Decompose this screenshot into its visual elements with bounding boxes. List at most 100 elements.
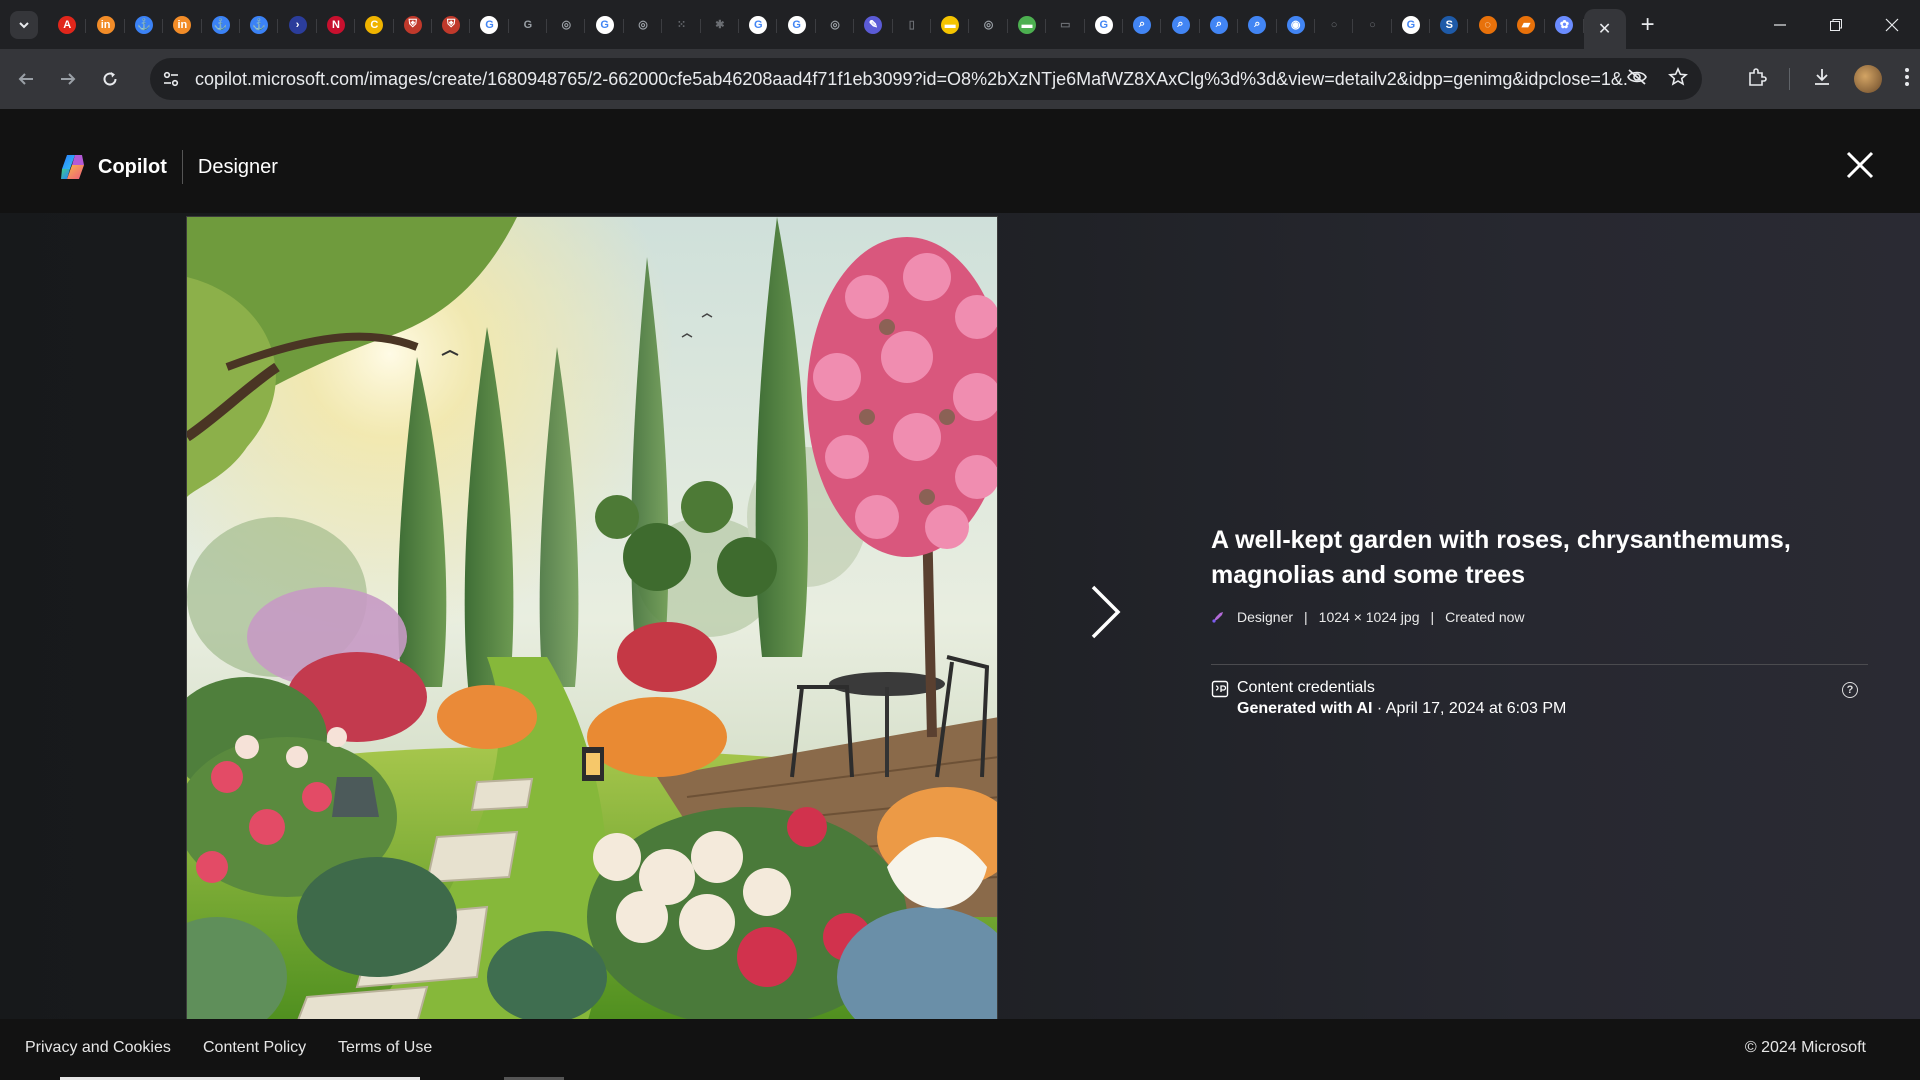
browser-tab[interactable]: ○ bbox=[1315, 7, 1354, 43]
lens-icon: ◉ bbox=[1286, 15, 1305, 34]
privacy-link[interactable]: Privacy and Cookies bbox=[25, 1039, 171, 1057]
browser-tab[interactable]: ◌ bbox=[1468, 7, 1508, 43]
close-viewer-button[interactable] bbox=[1840, 145, 1880, 185]
search-icon: ⌕ bbox=[1133, 15, 1152, 34]
browser-tab[interactable]: N bbox=[317, 7, 356, 43]
browser-tab[interactable]: G bbox=[585, 7, 625, 43]
back-button[interactable] bbox=[10, 63, 42, 95]
anchor-icon: ⚓ bbox=[134, 15, 153, 34]
close-window-button[interactable] bbox=[1864, 0, 1920, 49]
browser-tab[interactable]: ▯ bbox=[893, 7, 932, 43]
search-icon: ⌕ bbox=[1248, 15, 1267, 34]
details-divider bbox=[1211, 664, 1868, 665]
profile-avatar[interactable] bbox=[1854, 65, 1882, 93]
browser-tab[interactable]: G bbox=[1392, 7, 1431, 43]
copilot-icon: ✎ bbox=[864, 15, 883, 34]
ring-icon: ◌ bbox=[1478, 15, 1497, 34]
brand-divider bbox=[181, 150, 183, 184]
browser-tab[interactable]: C bbox=[355, 7, 394, 43]
browser-tab[interactable]: ⛨ bbox=[432, 7, 471, 43]
browser-tab[interactable]: ◎ bbox=[547, 7, 586, 43]
minimize-icon bbox=[1774, 23, 1786, 26]
shield-icon: ⛨ bbox=[403, 15, 422, 34]
browser-tab[interactable]: ▬ bbox=[1008, 7, 1047, 43]
anchor-icon: ⚓ bbox=[250, 15, 269, 34]
brand-name: Copilot bbox=[98, 155, 167, 178]
c-icon: C bbox=[365, 15, 384, 34]
address-bar[interactable]: copilot.microsoft.com/images/create/1680… bbox=[150, 58, 1702, 100]
browser-tab[interactable]: ⌕ bbox=[1123, 7, 1162, 43]
browser-tab[interactable]: ⛨ bbox=[394, 7, 433, 43]
minimize-button[interactable] bbox=[1752, 0, 1808, 49]
image-created: Created now bbox=[1445, 609, 1525, 625]
extensions-icon[interactable] bbox=[1747, 67, 1767, 92]
copilot-logo[interactable]: Copilot Designer bbox=[58, 150, 278, 184]
more-menu-icon[interactable] bbox=[1904, 67, 1910, 92]
browser-tab[interactable]: in bbox=[163, 7, 202, 43]
browser-tab[interactable]: S bbox=[1430, 7, 1469, 43]
new-tab-button[interactable]: + bbox=[1632, 9, 1664, 41]
shield-icon: ⛨ bbox=[442, 15, 461, 34]
browser-tab[interactable]: ⁙ bbox=[662, 7, 702, 43]
page-header: Copilot Designer bbox=[0, 109, 1920, 213]
terms-link[interactable]: Terms of Use bbox=[338, 1039, 432, 1057]
product-name: Designer bbox=[197, 155, 278, 178]
sc-icon: S bbox=[1440, 15, 1459, 34]
bookmark-star-icon[interactable] bbox=[1668, 66, 1688, 92]
browser-tab[interactable]: ✿ bbox=[1545, 7, 1585, 43]
page-icon: ▯ bbox=[908, 19, 915, 31]
browser-tab[interactable]: in bbox=[86, 7, 126, 43]
browser-tab[interactable]: G bbox=[1085, 7, 1124, 43]
credentials-icon bbox=[1211, 680, 1229, 698]
app-icon: in bbox=[96, 15, 115, 34]
browser-tab[interactable]: › bbox=[278, 7, 318, 43]
download-icon[interactable] bbox=[1812, 67, 1832, 92]
browser-tab[interactable]: G bbox=[509, 7, 548, 43]
browser-tab[interactable]: ⌕ bbox=[1200, 7, 1239, 43]
github-icon: ○ bbox=[1369, 18, 1376, 31]
browser-tab[interactable]: ⌕ bbox=[1161, 7, 1201, 43]
tab-close-icon[interactable]: ✕ bbox=[1598, 19, 1611, 39]
chevron-right-icon bbox=[1091, 585, 1121, 639]
content-policy-link[interactable]: Content Policy bbox=[203, 1039, 306, 1057]
browser-tab[interactable]: ◎ bbox=[969, 7, 1009, 43]
arrow-left-icon bbox=[18, 73, 33, 85]
forward-button[interactable] bbox=[52, 63, 84, 95]
browser-tab[interactable]: ◉ bbox=[1277, 7, 1316, 43]
browser-tab[interactable]: ▭ bbox=[1046, 7, 1085, 43]
site-info-button[interactable] bbox=[153, 61, 189, 97]
image-source: Designer bbox=[1237, 609, 1294, 625]
anchor-icon: ⚓ bbox=[211, 15, 230, 34]
browser-tab[interactable]: ○ bbox=[1353, 7, 1393, 43]
browser-tab[interactable]: ⚓ bbox=[240, 7, 279, 43]
browser-tab[interactable]: G bbox=[739, 7, 778, 43]
url-text[interactable]: copilot.microsoft.com/images/create/1680… bbox=[195, 69, 1627, 90]
tab-search-button[interactable] bbox=[10, 10, 38, 39]
browser-tab[interactable]: G bbox=[470, 7, 510, 43]
browser-tab[interactable]: ▰ bbox=[1507, 7, 1546, 43]
copilot-icon: ✿ bbox=[1555, 15, 1574, 34]
browser-tab[interactable]: ⚓ bbox=[202, 7, 241, 43]
browser-tab[interactable]: ✱ bbox=[701, 7, 740, 43]
browser-tab[interactable]: ⚓ bbox=[125, 7, 164, 43]
browser-tab[interactable]: ◎ bbox=[624, 7, 663, 43]
browser-tab[interactable]: G bbox=[777, 7, 817, 43]
app-icon: in bbox=[173, 15, 192, 34]
browser-tab[interactable]: ▬ bbox=[931, 7, 970, 43]
next-image-button[interactable] bbox=[1088, 583, 1124, 643]
browser-tab[interactable]: A bbox=[48, 7, 87, 43]
browser-tab[interactable]: ◎ bbox=[816, 7, 855, 43]
dots-icon: ⁙ bbox=[676, 19, 687, 31]
generated-image[interactable] bbox=[186, 216, 998, 1022]
window-controls bbox=[1752, 0, 1920, 49]
help-icon[interactable]: ? bbox=[1842, 682, 1858, 698]
search-icon: ⌕ bbox=[1171, 15, 1190, 34]
browser-tab[interactable]: ⌕ bbox=[1238, 7, 1277, 43]
tab-list: Ain ⚓ in ⚓ ⚓ › N C ⛨ ⛨ G G ◎ G ◎ ⁙ ✱ G G ◎ ✎ ▯ ▬ ◎ ▬ ▭ G ⌕ ⌕ ⌕ ⌕ ◉ ○ ○ G S ◌… bbox=[48, 7, 1585, 43]
image-stage: A well-kept garden with roses, chrysanth… bbox=[0, 213, 1920, 1022]
reload-button[interactable] bbox=[94, 63, 126, 95]
eye-off-icon[interactable] bbox=[1626, 68, 1648, 91]
active-tab[interactable]: ✕ bbox=[1583, 8, 1626, 49]
browser-tab[interactable]: ✎ bbox=[854, 7, 893, 43]
restore-button[interactable] bbox=[1808, 0, 1864, 49]
